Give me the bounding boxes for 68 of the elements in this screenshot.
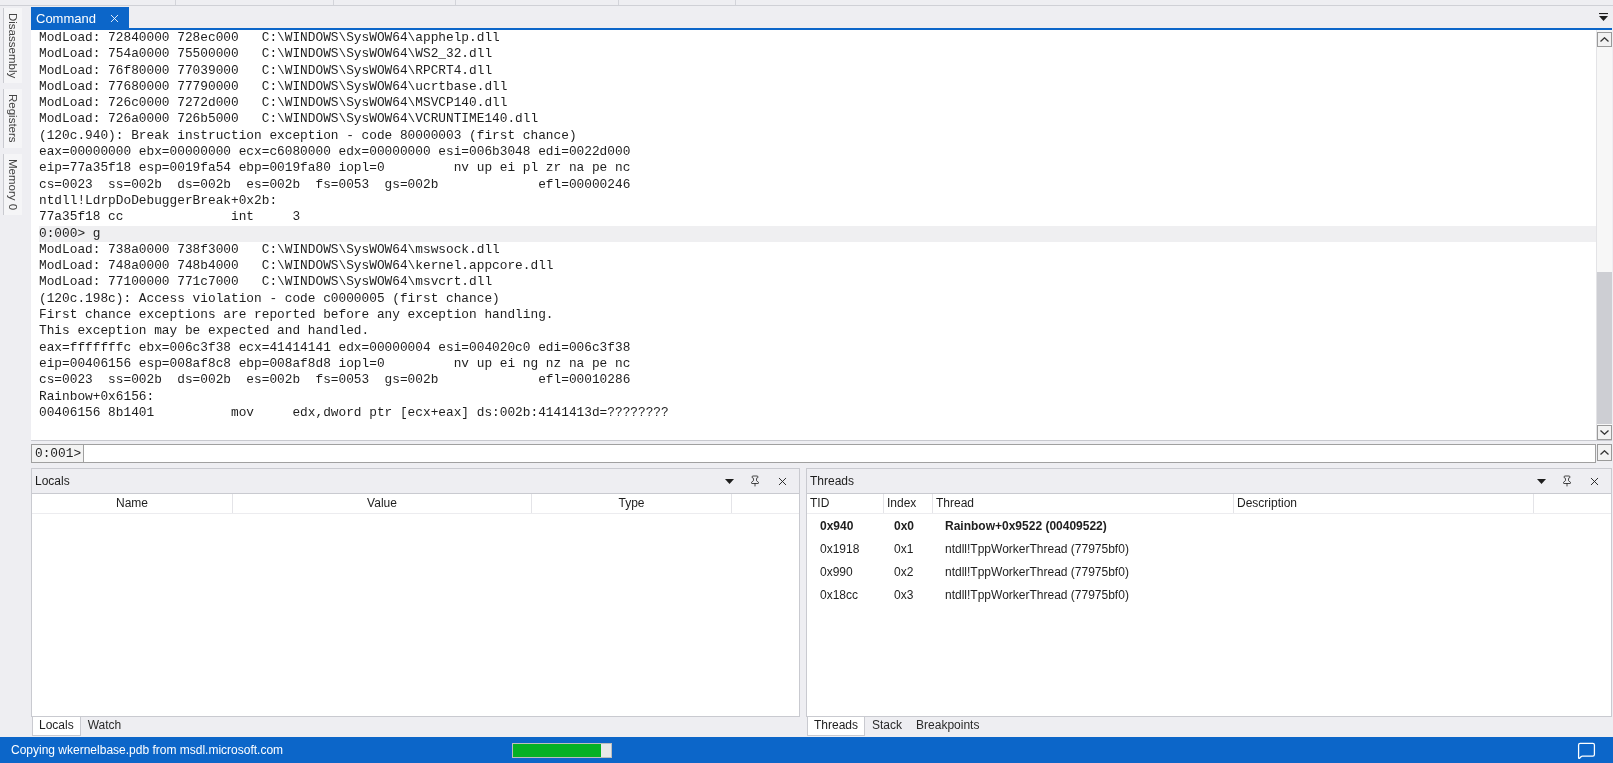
output-line: eip=77a35f18 esp=0019fa54 ebp=0019fa80 iopl=0 nv up ei pl zr na pe nc [39,160,632,177]
scroll-up-button[interactable] [1597,32,1612,47]
dropdown-icon[interactable] [1537,478,1546,484]
output-line: (120c.198c): Access violation - code c0000005 (first chance) [39,290,501,308]
output-line: Rainbow+0x6156: [39,388,156,405]
table-cell-text: 0x940 [819,518,855,533]
output-line: ModLoad: 77100000 771c7000 C:\WINDOWS\SysWOW64\msvcrt.dll [39,274,494,291]
output-line: ModLoad: 738a0000 738f3000 C:\WINDOWS\SysWOW64\mswsock.dll [39,241,501,259]
table-cell-text: ntdll!TppWorkerThread (77975bf0) [944,587,1130,602]
output-line: ModLoad: 748a0000 748b4000 C:\WINDOWS\SysWOW64\kernel.appcore.dll [39,258,555,275]
output-line: eax=00000000 ebx=00000000 ecx=c6080000 edx=00000000 esi=006b3048 edi=0022d000 [39,144,632,161]
output-line: First chance exceptions are reported before any exception handling. [39,307,555,324]
output-line: ModLoad: 754a0000 75500000 C:\WINDOWS\SysWOW64\WS2_32.dll [39,46,494,63]
table-cell-text: ntdll!TppWorkerThread (77975bf0) [944,564,1130,579]
output-line: 00406156 8b1401 mov edx,dword ptr [ecx+eax] ds:002b:4141413d=???????? [39,404,670,422]
column-header[interactable]: Value [233,494,532,513]
output-line: ModLoad: 726a0000 726b5000 C:\WINDOWS\SysWOW64\VCRUNTIME140.dll [39,111,540,128]
output-line: ModLoad: 77680000 77790000 C:\WINDOWS\SysWOW64\ucrtbase.dll [39,78,509,96]
table-cell-text: 0x0 [893,518,916,533]
dropdown-icon[interactable] [725,478,734,484]
output-line: ModLoad: 76f80000 77039000 C:\WINDOWS\SysWOW64\RPCRT4.dll [39,62,494,79]
output-line: cs=0023 ss=002b ds=002b es=002b fs=0053 gs=002b efl=00000246 [39,176,632,193]
scroll-down-button[interactable] [1597,425,1612,440]
panel-tab[interactable]: Breakpoints [909,717,987,736]
column-header[interactable]: Thread [933,494,1234,513]
status-message: Copying wkernelbase.pdb from msdl.microsoft.com [11,743,285,757]
command-input[interactable] [84,444,1596,463]
chevron-up-icon [1600,37,1609,42]
output-line: ntdll!LdrpDoDebuggerBreak+0x2b: [39,192,279,210]
output-line: eip=00406156 esp=008af8c8 ebp=008af8d8 iopl=0 nv up ei ng nz na pe nc [39,355,632,373]
prompt-label: 0:001> [31,444,84,463]
table-cell-text: 0x990 [819,564,854,579]
side-tab[interactable]: Registers [3,89,22,148]
panel-tab[interactable]: Stack [865,717,910,736]
table-cell-text: 0x2 [893,564,915,579]
panel-title: Locals [35,474,70,488]
speech-bubble-icon[interactable] [1577,740,1596,760]
chevron-up-icon [1600,450,1609,455]
output-line: cs=0023 ss=002b ds=002b es=002b fs=0053 gs=002b efl=00010286 [39,372,632,389]
table-cell-text: 0x1918 [819,541,861,556]
side-tab[interactable]: Disassembly [3,8,22,84]
column-header[interactable]: Index [884,494,933,513]
output-line: ModLoad: 72840000 728ec000 C:\WINDOWS\SysWOW64\apphelp.dll [39,30,501,47]
column-header[interactable]: Description [1234,494,1534,513]
column-header[interactable]: TID [807,494,884,513]
scrollbar-thumb[interactable] [1597,272,1612,424]
table-cell-text: Rainbow+0x9522 (00409522) [944,518,1108,533]
output-line: (120c.940): Break instruction exception - code 80000003 (first chance) [39,127,578,145]
output-line: ModLoad: 726c0000 7272d000 C:\WINDOWS\SysWOW64\MSVCP140.dll [39,95,509,112]
output-line: 77a35f18 cc int 3 [39,209,302,226]
output-line: This exception may be expected and handled. [39,323,371,340]
column-header[interactable]: Name [32,494,233,513]
chevron-down-icon [1600,430,1609,435]
panel-tab[interactable]: Locals [32,717,81,736]
output-line: eax=fffffffc ebx=006c3f38 ecx=41414141 edx=00000004 esi=004020c0 edi=006c3f38 [39,339,632,356]
scroll-up-button[interactable] [1597,444,1612,461]
column-header[interactable]: Type [532,494,732,513]
document-tab[interactable]: Command [31,7,129,28]
panel-title: Threads [810,474,855,488]
side-tab[interactable]: Memory 0 [3,153,22,215]
pin-icon[interactable] [1561,475,1573,487]
table-cell-text: 0x1 [893,541,915,556]
table-cell-text: 0x18cc [819,587,860,602]
pin-icon[interactable] [749,475,761,487]
panel-tab[interactable]: Threads [807,717,866,736]
panel-tab[interactable]: Watch [80,717,129,736]
table-cell-text: ntdll!TppWorkerThread (77975bf0) [944,541,1130,556]
table-cell-text: 0x3 [893,587,915,602]
